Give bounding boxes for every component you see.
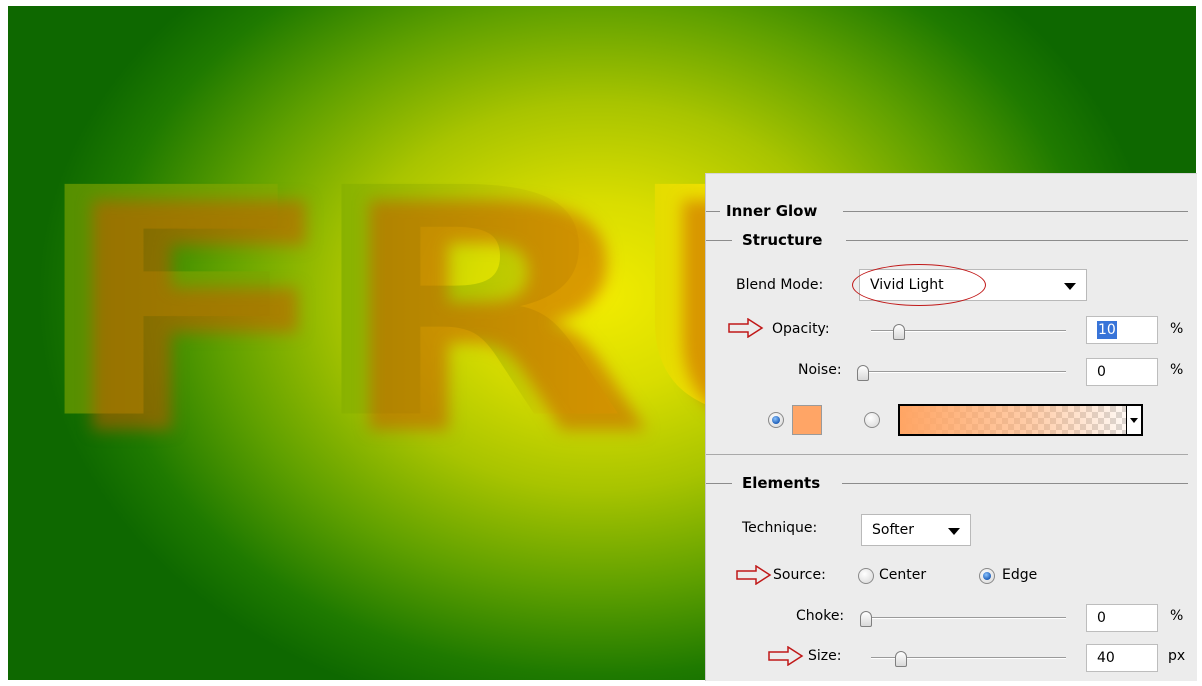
elements-heading: Elements	[742, 474, 821, 492]
group-divider	[842, 483, 1188, 484]
size-input[interactable]: 40	[1086, 644, 1158, 672]
color-radio[interactable]	[768, 412, 784, 428]
group-divider	[846, 240, 1188, 241]
size-label: Size:	[808, 648, 842, 664]
annotation-arrow-icon	[768, 646, 804, 666]
gradient-picker[interactable]	[898, 404, 1143, 436]
annotation-ellipse	[852, 264, 986, 306]
source-label: Source:	[773, 567, 826, 583]
source-center-radio[interactable]	[858, 568, 874, 584]
technique-select[interactable]: Softer	[861, 514, 971, 546]
choke-input[interactable]: 0	[1086, 604, 1158, 632]
choke-slider-track[interactable]	[866, 617, 1066, 619]
gradient-dropdown-icon[interactable]	[1126, 406, 1141, 434]
source-edge-radio[interactable]	[979, 568, 995, 584]
choke-value: 0	[1097, 610, 1106, 626]
size-value: 40	[1097, 650, 1115, 666]
annotation-arrow-icon	[736, 565, 772, 585]
noise-input[interactable]: 0	[1086, 358, 1158, 386]
gradient-radio[interactable]	[864, 412, 880, 428]
blend-mode-label: Blend Mode:	[736, 277, 824, 293]
source-center-label: Center	[879, 567, 927, 583]
group-divider	[706, 211, 720, 212]
glow-color-swatch[interactable]	[792, 405, 822, 435]
frame-top	[0, 0, 1202, 6]
opacity-slider-thumb[interactable]	[893, 324, 905, 340]
inner-glow-panel: Inner Glow Structure Blend Mode: Vivid L…	[705, 173, 1197, 681]
choke-unit: %	[1170, 608, 1184, 624]
size-unit: px	[1168, 648, 1186, 664]
opacity-input[interactable]: 10	[1086, 316, 1158, 344]
opacity-label: Opacity:	[772, 321, 830, 337]
group-divider	[843, 211, 1188, 212]
chevron-down-icon	[948, 528, 960, 535]
size-slider-thumb[interactable]	[895, 651, 908, 667]
choke-slider-thumb[interactable]	[860, 611, 872, 627]
source-edge-label: Edge	[1002, 567, 1038, 583]
noise-label: Noise:	[798, 362, 842, 378]
chevron-down-icon	[1064, 283, 1076, 290]
section-separator	[706, 454, 1188, 455]
opacity-value: 10	[1097, 321, 1117, 339]
noise-slider-thumb[interactable]	[857, 365, 869, 381]
annotation-arrow-icon	[728, 318, 764, 338]
noise-value: 0	[1097, 364, 1106, 380]
opacity-unit: %	[1170, 321, 1184, 337]
panel-title: Inner Glow	[726, 202, 818, 220]
group-divider	[706, 240, 732, 241]
technique-label: Technique:	[742, 520, 818, 536]
group-divider	[706, 483, 732, 484]
choke-label: Choke:	[796, 608, 845, 624]
structure-heading: Structure	[742, 231, 823, 249]
technique-value: Softer	[872, 522, 914, 538]
noise-unit: %	[1170, 362, 1184, 378]
noise-slider-track[interactable]	[863, 371, 1066, 373]
